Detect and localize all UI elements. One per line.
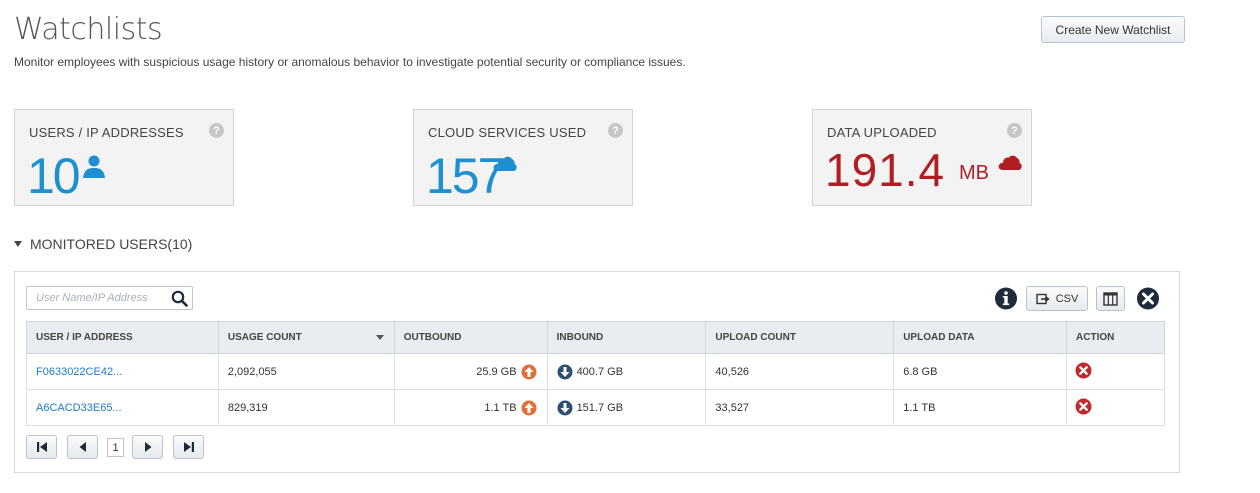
- page-title: Watchlists: [14, 12, 163, 47]
- sort-desc-icon: [375, 335, 384, 340]
- last-page-button[interactable]: [173, 435, 204, 459]
- column-header-upload-data[interactable]: UPLOAD DATA: [893, 321, 1068, 354]
- help-icon[interactable]: ?: [608, 123, 623, 138]
- search-input[interactable]: [27, 287, 167, 309]
- outbound-cell: 1.1 TB: [393, 389, 548, 426]
- next-page-icon: [144, 442, 151, 452]
- user-link[interactable]: A6CACD33E65...: [26, 389, 219, 426]
- export-icon: [1035, 293, 1050, 304]
- first-page-button[interactable]: [26, 435, 57, 459]
- kpi-card-data-uploaded: DATA UPLOADED ? 191.4 MB: [812, 109, 1032, 206]
- column-header-inbound[interactable]: INBOUND: [546, 321, 707, 354]
- outbound-cell: 25.9 GB: [393, 353, 548, 390]
- inbound-value: 400.7 GB: [576, 365, 624, 378]
- section-title: MONITORED USERS(10): [30, 236, 193, 252]
- prev-page-icon: [79, 442, 86, 452]
- action-cell: [1066, 389, 1165, 426]
- column-header-action: ACTION: [1066, 321, 1165, 354]
- kpi-value: 10: [27, 148, 81, 204]
- info-icon[interactable]: [994, 286, 1018, 311]
- arrow-up-icon: [521, 400, 537, 415]
- kpi-label: CLOUD SERVICES USED: [428, 125, 587, 140]
- search-box: [26, 286, 193, 310]
- search-icon[interactable]: [171, 290, 188, 307]
- csv-label: CSV: [1055, 292, 1079, 305]
- column-header-upload-count[interactable]: UPLOAD COUNT: [705, 321, 895, 354]
- kpi-value: 191.4: [825, 144, 946, 196]
- monitored-users-toggle[interactable]: MONITORED USERS(10): [14, 236, 192, 252]
- column-header-usage-count[interactable]: USAGE COUNT: [217, 321, 395, 354]
- kpi-card-cloud-services: CLOUD SERVICES USED ? 157: [413, 109, 633, 206]
- action-cell: [1066, 353, 1165, 390]
- column-header-user[interactable]: USER / IP ADDRESS: [26, 321, 219, 354]
- user-link[interactable]: F0633022CE42...: [26, 353, 219, 390]
- outbound-value: 1.1 TB: [484, 401, 517, 414]
- monitored-users-panel: CSV USER / IP ADDRESS USAGE COUNT OUTBOU…: [14, 271, 1180, 473]
- caret-down-icon: [14, 241, 22, 247]
- kpi-value: 157: [426, 148, 505, 204]
- kpi-label: DATA UPLOADED: [827, 125, 937, 140]
- page-subtitle: Monitor employees with suspicious usage …: [14, 55, 686, 69]
- column-header-label: USAGE COUNT: [227, 332, 302, 343]
- table-row: A6CACD33E65... 829,319 1.1 TB 151.7 GB 3…: [26, 389, 1165, 426]
- arrow-down-icon: [557, 364, 573, 379]
- monitored-users-table: USER / IP ADDRESS USAGE COUNT OUTBOUND I…: [26, 321, 1165, 426]
- create-new-watchlist-button[interactable]: Create New Watchlist: [1041, 16, 1185, 43]
- first-page-icon: [36, 442, 47, 452]
- clear-icon[interactable]: [1136, 286, 1160, 311]
- export-csv-button[interactable]: CSV: [1026, 286, 1088, 311]
- last-page-icon: [183, 442, 194, 452]
- inbound-value: 151.7 GB: [576, 401, 624, 414]
- cloud-icon: [998, 155, 1022, 170]
- inbound-cell: 400.7 GB: [546, 353, 707, 390]
- usage-count-cell: 829,319: [217, 389, 395, 426]
- prev-page-button[interactable]: [67, 435, 98, 459]
- upload-count-cell: 33,527: [705, 389, 895, 426]
- user-icon: [83, 155, 105, 178]
- columns-button[interactable]: [1096, 286, 1125, 311]
- kpi-card-users: USERS / IP ADDRESSES ? 10: [14, 109, 234, 206]
- cloud-icon: [493, 156, 517, 171]
- kpi-unit: MB: [959, 162, 989, 184]
- remove-icon[interactable]: [1075, 362, 1092, 379]
- remove-icon[interactable]: [1075, 398, 1092, 415]
- next-page-button[interactable]: [132, 435, 163, 459]
- table-row: F0633022CE42... 2,092,055 25.9 GB 400.7 …: [26, 353, 1165, 390]
- upload-count-cell: 40,526: [705, 353, 895, 390]
- usage-count-cell: 2,092,055: [217, 353, 395, 390]
- upload-data-cell: 6.8 GB: [893, 353, 1068, 390]
- arrow-down-icon: [557, 400, 573, 415]
- columns-icon: [1103, 291, 1118, 306]
- arrow-up-icon: [521, 364, 537, 379]
- help-icon[interactable]: ?: [1007, 123, 1022, 138]
- current-page-number[interactable]: 1: [107, 438, 124, 457]
- upload-data-cell: 1.1 TB: [893, 389, 1068, 426]
- inbound-cell: 151.7 GB: [546, 389, 707, 426]
- help-icon[interactable]: ?: [209, 123, 224, 138]
- kpi-label: USERS / IP ADDRESSES: [29, 125, 184, 140]
- outbound-value: 25.9 GB: [476, 365, 517, 378]
- column-header-outbound[interactable]: OUTBOUND: [393, 321, 548, 354]
